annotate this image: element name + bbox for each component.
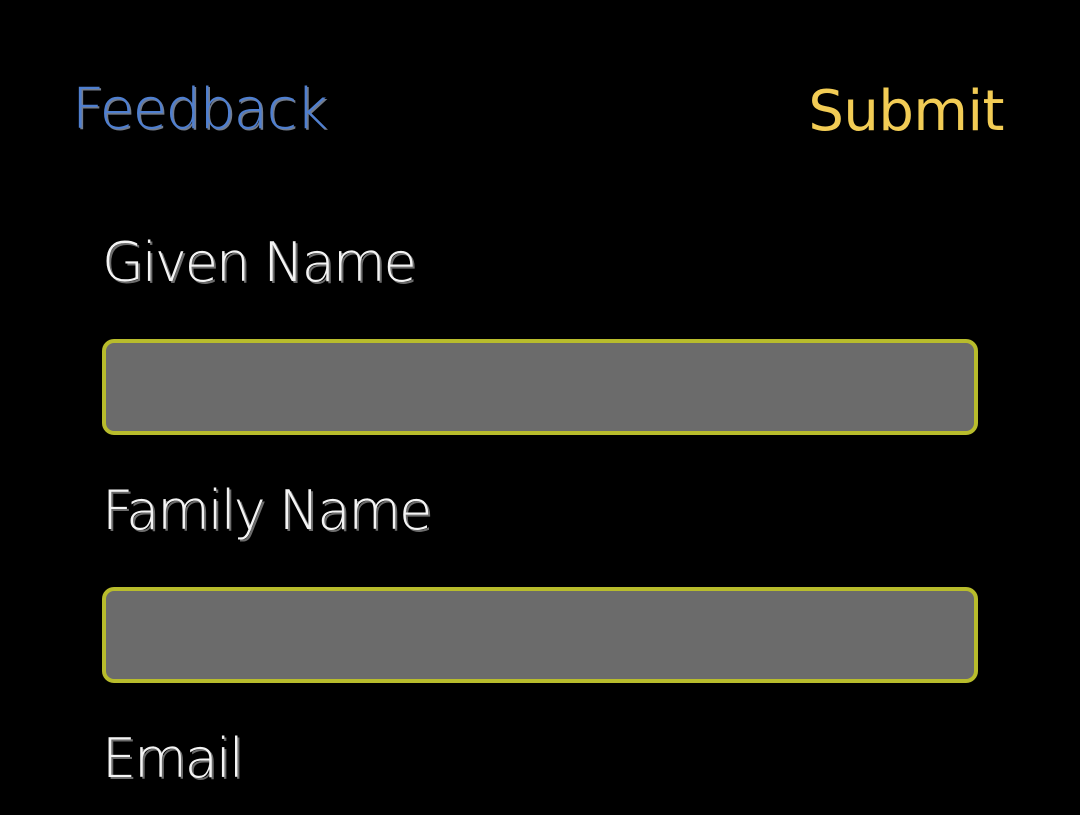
given-name-label: Given Name [102, 231, 417, 294]
email-label: Email [102, 727, 244, 790]
page-title: Feedback [72, 77, 328, 142]
feedback-form-screen: Feedback Submit Given Name Family Name E… [0, 0, 1080, 815]
submit-button[interactable]: Submit [808, 79, 1004, 144]
given-name-input[interactable] [102, 339, 978, 435]
family-name-label: Family Name [102, 479, 432, 542]
family-name-input[interactable] [102, 587, 978, 683]
